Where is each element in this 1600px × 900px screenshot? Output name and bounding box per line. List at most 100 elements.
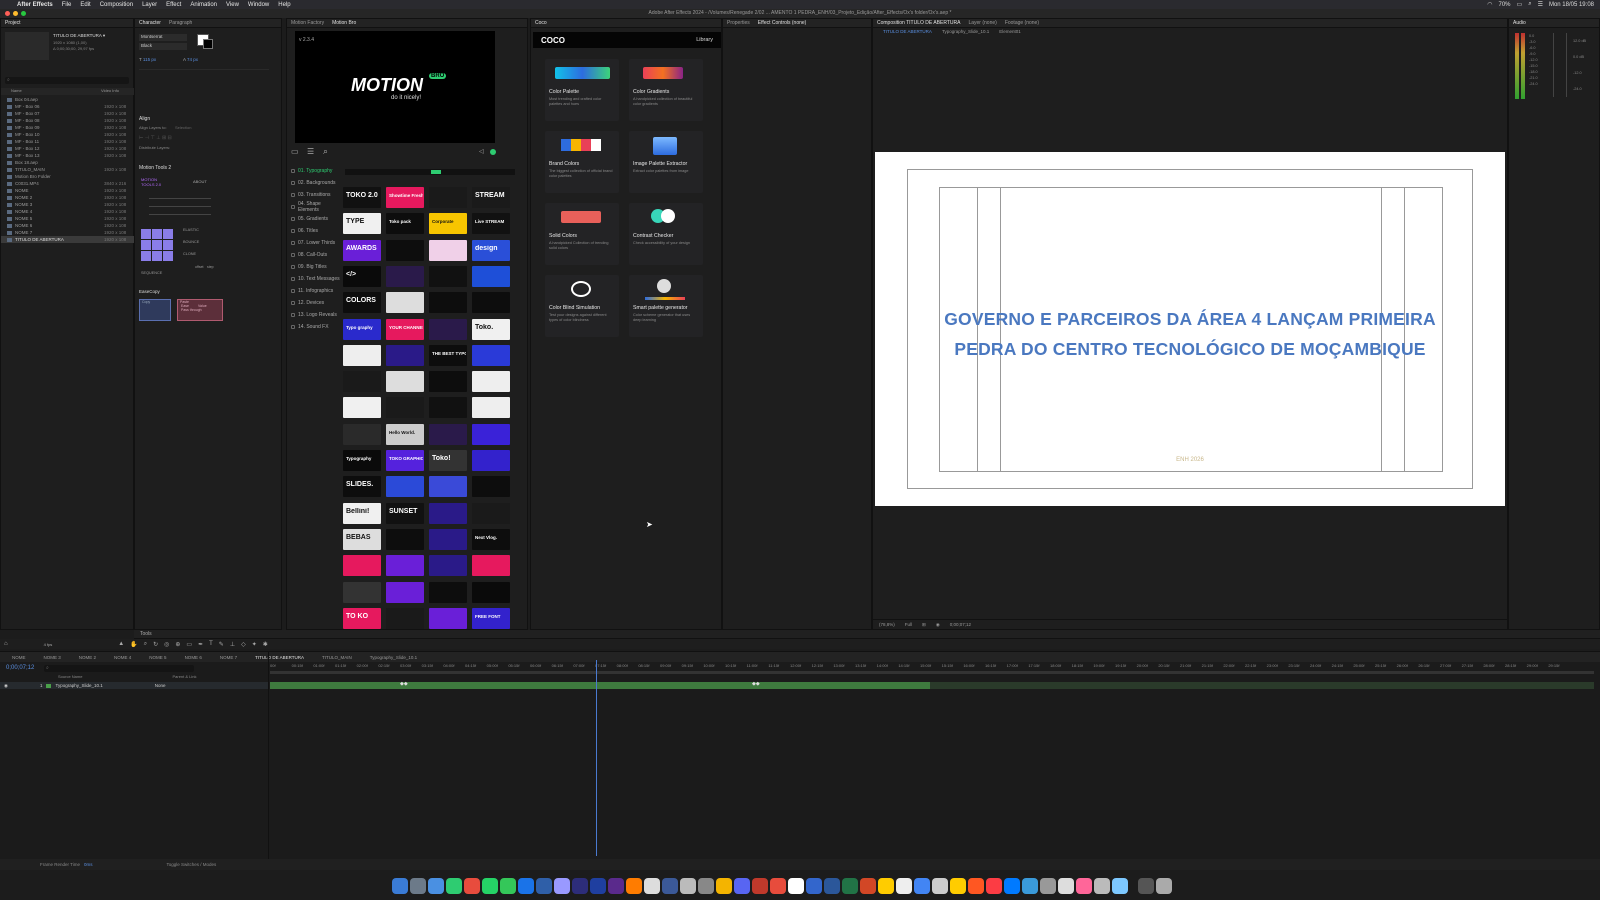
anchor-grid[interactable] (141, 229, 173, 261)
timeline-tab[interactable]: NOME 3 (44, 655, 61, 660)
template-thumbnail[interactable] (386, 581, 424, 603)
clone-label[interactable]: CLONE (183, 252, 196, 256)
template-thumbnail[interactable]: SLIDES. (343, 476, 381, 498)
quality-select[interactable]: Full (905, 622, 912, 627)
breadcrumb-item-3[interactable]: Element01 (999, 29, 1021, 37)
template-thumbnail[interactable]: Showtime Fresh (386, 187, 424, 208)
dock-app-icon[interactable] (572, 878, 588, 894)
checkbox-icon[interactable] (291, 313, 295, 317)
tab-layer[interactable]: Layer (none) (968, 20, 996, 26)
list-item[interactable]: NOME 5 1920 x 108 (1, 215, 135, 222)
dock-app-icon[interactable] (554, 878, 570, 894)
coco-card-7[interactable]: Color Blind Simulation Test your designs … (545, 275, 619, 337)
template-thumbnail[interactable] (386, 397, 424, 419)
template-thumbnail[interactable]: YOUR CHANNEL (386, 318, 424, 340)
template-thumbnail[interactable]: FREE FONT (472, 607, 510, 629)
tab-footage[interactable]: Footage (none) (1005, 20, 1039, 26)
zoom-select[interactable]: (78,8%) (879, 622, 895, 627)
menu-window[interactable]: Window (248, 2, 269, 8)
hand-tool-icon[interactable]: ✋ (130, 641, 137, 648)
template-thumbnail[interactable]: Live STREAM (472, 213, 510, 235)
timeline-search-input[interactable]: ⌕ (44, 665, 194, 672)
coco-card-4[interactable]: Image Palette Extractor Extract color pal… (629, 131, 703, 193)
list-item[interactable]: MF - Box 07 1920 x 108 (1, 110, 135, 117)
type-tool-icon[interactable]: T (209, 641, 213, 647)
clock[interactable]: Mon 18/05 19:08 (1549, 2, 1594, 8)
dock-app-icon[interactable] (752, 878, 768, 894)
template-thumbnail[interactable]: Toko pack (386, 213, 424, 235)
template-thumbnail[interactable] (386, 239, 424, 261)
folder-icon[interactable]: ▭ (291, 147, 299, 156)
list-item[interactable]: MF - Box 13 1920 x 108 (1, 152, 135, 159)
checkbox-icon[interactable] (291, 193, 295, 197)
list-item[interactable]: Motion Bro Folder (1, 173, 135, 180)
template-thumbnail[interactable] (472, 292, 510, 314)
dock-app-icon[interactable] (1004, 878, 1020, 894)
dock-app-icon[interactable] (644, 878, 660, 894)
list-item[interactable]: NOME 1920 x 108 (1, 187, 135, 194)
coco-card-6[interactable]: Contrast Checker Check accessibility of y… (629, 203, 703, 265)
category-item[interactable]: 01. Typography (287, 165, 343, 177)
template-thumbnail[interactable] (429, 528, 467, 550)
elastic-label[interactable]: ELASTIC (183, 228, 199, 232)
category-item[interactable]: 10. Text Messages (287, 273, 343, 285)
template-thumbnail[interactable] (429, 371, 467, 393)
template-thumbnail[interactable] (386, 607, 424, 629)
category-item[interactable]: 12. Devices (287, 297, 343, 309)
col-source-name[interactable]: Source Name (58, 674, 82, 681)
checkbox-icon[interactable] (291, 169, 295, 173)
template-thumbnail[interactable]: BEBAS (343, 528, 381, 550)
category-item[interactable]: 11. Infographics (287, 285, 343, 297)
dock-app-icon[interactable] (1076, 878, 1092, 894)
menu-file[interactable]: File (62, 2, 72, 8)
template-thumbnail[interactable]: TOKO 2.0 (343, 187, 381, 208)
coco-card-2[interactable]: Color Gradients A handpicked collection o… (629, 59, 703, 121)
template-thumbnail[interactable] (429, 476, 467, 498)
pen-tool-icon[interactable]: ✒ (198, 641, 203, 648)
easecopy-pass-through[interactable]: Pass through (178, 308, 222, 312)
dock-app-icon[interactable] (770, 878, 786, 894)
close-window-button[interactable] (5, 11, 10, 16)
template-thumbnail[interactable] (472, 344, 510, 366)
timeline-tab[interactable]: NOME 6 (185, 655, 202, 660)
template-thumbnail[interactable] (472, 450, 510, 471)
template-thumbnail[interactable]: Bellini! (343, 502, 381, 524)
template-thumbnail[interactable] (343, 397, 381, 419)
template-thumbnail[interactable] (429, 581, 467, 603)
template-thumbnail[interactable] (343, 371, 381, 393)
list-item[interactable]: MF - Box 09 1920 x 108 (1, 124, 135, 131)
template-thumbnail[interactable] (429, 607, 467, 629)
category-item[interactable]: 08. Call-Outs (287, 249, 343, 261)
grid-icon[interactable]: ⊞ (922, 622, 926, 628)
timeline-tab[interactable]: TITULO_MAIN (322, 655, 352, 660)
settings-sliders-icon[interactable]: ☰ (307, 147, 314, 156)
list-item[interactable]: NOME 4 1920 x 108 (1, 208, 135, 215)
list-item[interactable]: C0031.MP4 3840 x 216 (1, 180, 135, 187)
menu-animation[interactable]: Animation (190, 2, 217, 8)
template-thumbnail[interactable]: Toko. (472, 318, 510, 340)
dock-app-icon[interactable] (500, 878, 516, 894)
template-thumbnail[interactable] (386, 371, 424, 393)
template-thumbnail[interactable] (472, 397, 510, 419)
timeline-timecode[interactable]: 0;00;07;12 (6, 665, 34, 671)
tab-audio[interactable]: Audio (1513, 20, 1526, 26)
tab-project[interactable]: Project (5, 20, 21, 26)
dock-app-icon[interactable] (1022, 878, 1038, 894)
app-menu[interactable]: After Effects (17, 2, 53, 8)
menu-layer[interactable]: Layer (142, 2, 157, 8)
template-thumbnail[interactable] (386, 265, 424, 287)
visibility-eye-icon[interactable]: ◉ (4, 683, 8, 689)
template-thumbnail[interactable]: TYPE (343, 213, 381, 235)
control-center-icon[interactable]: ☰ (1538, 1, 1543, 8)
category-item[interactable]: 02. Backgrounds (287, 177, 343, 189)
battery-label[interactable]: 70% (1499, 2, 1511, 8)
tab-tools[interactable]: Tools (140, 631, 152, 637)
easecopy-paste-box[interactable]: Paste Ease Value Pass through (177, 299, 223, 321)
category-item[interactable]: 13. Logo Reveals (287, 309, 343, 321)
category-item[interactable]: 05. Gradients (287, 213, 343, 225)
camera-tool-icon[interactable]: ◎ (164, 641, 169, 648)
easecopy-copy-box[interactable]: Copy (139, 299, 171, 321)
dock-app-icon[interactable] (806, 878, 822, 894)
timeline-tab[interactable]: Typography_Slide_10.1 (370, 655, 417, 660)
dock-app-icon[interactable] (536, 878, 552, 894)
